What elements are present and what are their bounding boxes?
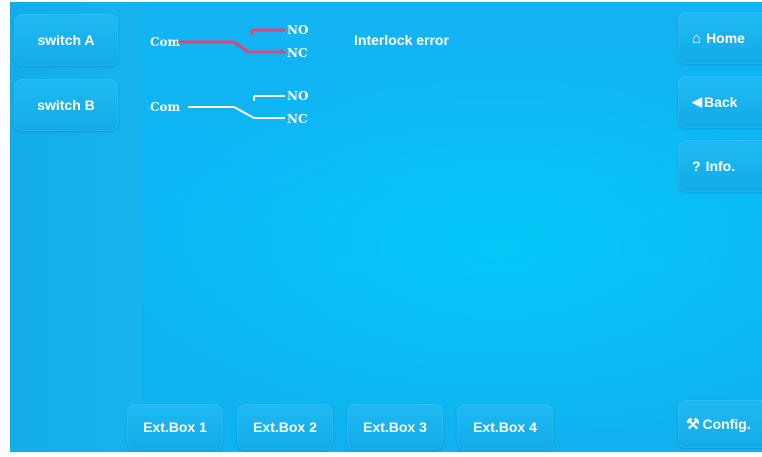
switch-a-nc-label: NC: [287, 46, 308, 60]
switch-a-diagram: Com NO NC: [150, 23, 308, 60]
ext-box-3-label: Ext.Box 3: [363, 419, 427, 435]
switch-b-blade: [233, 106, 255, 119]
question-mark-icon: ?: [692, 158, 701, 174]
switch-b-nc-label: NC: [287, 112, 308, 126]
switch-b-label: switch B: [37, 97, 95, 113]
info-button[interactable]: ? Info.: [678, 140, 762, 192]
config-label: Config.: [702, 416, 751, 432]
interlock-status-text: Interlock error: [354, 32, 449, 48]
switch-contact-diagrams: Com NO NC Com NO NC: [150, 23, 308, 126]
switch-b-com-label: Com: [150, 100, 181, 114]
left-panel: [10, 2, 142, 452]
switch-a-no-label: NO: [287, 23, 308, 37]
home-button[interactable]: ⌂ Home: [678, 12, 762, 64]
switch-a-com-label: Com: [150, 35, 181, 49]
switch-a-button[interactable]: switch A: [14, 14, 118, 66]
display-frame: switch A switch B Com NO NC Com NO NC In…: [0, 0, 762, 457]
ext-box-1-label: Ext.Box 1: [143, 419, 207, 435]
tools-icon: ⚒: [686, 416, 700, 433]
switch-a-blade: [233, 40, 249, 54]
switch-b-diagram: Com NO NC: [150, 89, 308, 126]
home-icon: ⌂: [692, 29, 702, 47]
ext-box-2-label: Ext.Box 2: [253, 419, 317, 435]
ext-box-3-button[interactable]: Ext.Box 3: [347, 404, 443, 450]
ext-box-4-button[interactable]: Ext.Box 4: [457, 404, 553, 450]
hmi-screen: switch A switch B Com NO NC Com NO NC In…: [10, 2, 762, 452]
config-button[interactable]: ⚒ Config.: [678, 400, 762, 448]
switch-b-button[interactable]: switch B: [14, 79, 118, 131]
back-button[interactable]: ◀ Back: [678, 76, 762, 128]
ext-box-2-button[interactable]: Ext.Box 2: [237, 404, 333, 450]
back-arrow-icon: ◀: [692, 94, 702, 109]
switch-a-label: switch A: [37, 32, 95, 48]
ext-box-4-label: Ext.Box 4: [473, 419, 537, 435]
home-label: Home: [706, 30, 745, 46]
switch-b-no-label: NO: [287, 89, 308, 103]
ext-box-1-button[interactable]: Ext.Box 1: [127, 404, 223, 450]
back-label: Back: [704, 94, 738, 110]
info-label: Info.: [705, 158, 736, 174]
